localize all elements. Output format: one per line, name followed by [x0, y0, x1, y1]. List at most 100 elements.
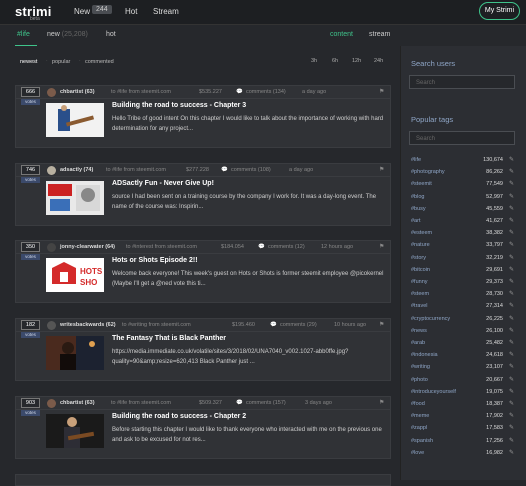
tag-row[interactable]: #writing 23,107 ✎ — [411, 363, 514, 373]
flag-icon[interactable]: ⚑ — [379, 243, 384, 250]
flag-icon[interactable]: ⚑ — [379, 399, 384, 406]
tag-row[interactable]: #indonesia 24,618 ✎ — [411, 351, 514, 361]
post-comments[interactable]: comments (134) — [246, 89, 286, 95]
avatar[interactable] — [47, 88, 56, 97]
time-filter-12h[interactable]: 12h — [352, 58, 361, 64]
edit-icon[interactable]: ✎ — [509, 229, 514, 236]
tag-name[interactable]: #busy — [411, 206, 426, 212]
post-source[interactable]: to #interest from steemit.com — [126, 244, 197, 250]
tag-name[interactable]: #photo — [411, 377, 428, 383]
post-comments[interactable]: comments (29) — [280, 322, 317, 328]
time-filter-24h[interactable]: 24h — [374, 58, 383, 64]
tag-row[interactable]: #life 130,674 ✎ — [411, 156, 514, 166]
post-source[interactable]: to #life from steemit.com — [106, 167, 166, 173]
tag-name[interactable]: #steem — [411, 291, 429, 297]
avatar[interactable] — [47, 321, 56, 330]
post-thumbnail[interactable]: HOTS SHO — [46, 258, 104, 292]
edit-icon[interactable]: ✎ — [509, 327, 514, 334]
post-title[interactable]: ADSactly Fun - Never Give Up! — [112, 180, 214, 187]
post-author[interactable]: writesbackwards (62) — [60, 322, 116, 328]
nav-hot[interactable]: Hot — [125, 7, 137, 16]
tag-name[interactable]: #blog — [411, 194, 424, 200]
post-comments[interactable]: comments (12) — [268, 244, 305, 250]
tag-name[interactable]: #love — [411, 450, 424, 456]
sort-popular[interactable]: popular — [52, 59, 70, 65]
edit-icon[interactable]: ✎ — [509, 400, 514, 407]
edit-icon[interactable]: ✎ — [509, 424, 514, 431]
edit-icon[interactable]: ✎ — [509, 315, 514, 322]
tag-row[interactable]: #busy 45,559 ✎ — [411, 205, 514, 215]
tag-name[interactable]: #spanish — [411, 438, 433, 444]
edit-icon[interactable]: ✎ — [509, 290, 514, 297]
tag-row[interactable]: #love 16,982 ✎ — [411, 449, 514, 459]
tag-name[interactable]: #indonesia — [411, 352, 438, 358]
post-source[interactable]: to #life from steemit.com — [111, 400, 171, 406]
post-comments[interactable]: comments (157) — [246, 400, 286, 406]
tag-row[interactable]: #bitcoin 29,691 ✎ — [411, 266, 514, 276]
flag-icon[interactable]: ⚑ — [379, 166, 384, 173]
edit-icon[interactable]: ✎ — [509, 266, 514, 273]
avatar[interactable] — [47, 399, 56, 408]
edit-icon[interactable]: ✎ — [509, 278, 514, 285]
avatar[interactable] — [47, 243, 56, 252]
post-source[interactable]: to #writing from steemit.com — [122, 322, 191, 328]
tag-row[interactable]: #funny 29,373 ✎ — [411, 278, 514, 288]
tag-name[interactable]: #nature — [411, 242, 430, 248]
sort-newest[interactable]: newest — [20, 59, 37, 65]
tag-row[interactable]: #story 32,219 ✎ — [411, 254, 514, 264]
post-source[interactable]: to #life from steemit.com — [111, 89, 171, 95]
tag-row[interactable]: #steem 28,730 ✎ — [411, 290, 514, 300]
tag-name[interactable]: #meme — [411, 413, 429, 419]
sort-commented[interactable]: commented — [85, 59, 114, 65]
tag-row[interactable]: #steemit 77,549 ✎ — [411, 180, 514, 190]
nav-stream[interactable]: Stream — [153, 7, 179, 16]
tag-row[interactable]: #esteem 38,382 ✎ — [411, 229, 514, 239]
nav-new[interactable]: New — [74, 7, 90, 16]
tag-row[interactable]: #arab 25,482 ✎ — [411, 339, 514, 349]
tag-row[interactable]: #blog 52,997 ✎ — [411, 193, 514, 203]
edit-icon[interactable]: ✎ — [509, 302, 514, 309]
tag-row[interactable]: #travel 27,314 ✎ — [411, 302, 514, 312]
vote-count[interactable]: 182 — [21, 320, 40, 330]
edit-icon[interactable]: ✎ — [509, 156, 514, 163]
edit-icon[interactable]: ✎ — [509, 217, 514, 224]
post-author[interactable]: adsactly (74) — [60, 167, 93, 173]
edit-icon[interactable]: ✎ — [509, 376, 514, 383]
tag-row[interactable]: #art 41,627 ✎ — [411, 217, 514, 227]
tab-stream[interactable]: stream — [369, 31, 390, 38]
tag-row[interactable]: #cryptocurrency 26,225 ✎ — [411, 315, 514, 325]
time-filter-3h[interactable]: 3h — [311, 58, 317, 64]
tab-new[interactable]: new (25,208) — [47, 31, 88, 38]
post-author[interactable]: chbartist (63) — [60, 89, 95, 95]
search-tags-input[interactable]: Search — [409, 131, 515, 145]
my-strimi-button[interactable]: My Strimi — [479, 2, 520, 20]
vote-count[interactable]: 350 — [21, 242, 40, 252]
search-users-input[interactable]: Search — [409, 75, 515, 89]
post-title[interactable]: Building the road to success - Chapter 3 — [112, 102, 246, 109]
post-thumbnail[interactable] — [46, 414, 104, 448]
tag-row[interactable]: #nature 33,797 ✎ — [411, 241, 514, 251]
avatar[interactable] — [47, 166, 56, 175]
tag-name[interactable]: #travel — [411, 303, 428, 309]
time-filter-6h[interactable]: 6h — [332, 58, 338, 64]
tag-row[interactable]: #photo 20,667 ✎ — [411, 376, 514, 386]
tag-row[interactable]: #spanish 17,256 ✎ — [411, 437, 514, 447]
edit-icon[interactable]: ✎ — [509, 254, 514, 261]
edit-icon[interactable]: ✎ — [509, 241, 514, 248]
tag-name[interactable]: #life — [411, 157, 421, 163]
edit-icon[interactable]: ✎ — [509, 351, 514, 358]
post-comments[interactable]: comments (108) — [231, 167, 271, 173]
tag-name[interactable]: #esteem — [411, 230, 432, 236]
edit-icon[interactable]: ✎ — [509, 180, 514, 187]
flag-icon[interactable]: ⚑ — [379, 321, 384, 328]
post-title[interactable]: The Fantasy That is Black Panther — [112, 335, 226, 342]
tag-name[interactable]: #funny — [411, 279, 428, 285]
tag-name[interactable]: #news — [411, 328, 427, 334]
post-author[interactable]: jonny-clearwater (64) — [60, 244, 115, 250]
tag-row[interactable]: #zappl 17,583 ✎ — [411, 424, 514, 434]
tag-row[interactable]: #meme 17,902 ✎ — [411, 412, 514, 422]
vote-count[interactable]: 666 — [21, 87, 40, 97]
tag-row[interactable]: #introduceyourself 19,075 ✎ — [411, 388, 514, 398]
edit-icon[interactable]: ✎ — [509, 339, 514, 346]
edit-icon[interactable]: ✎ — [509, 193, 514, 200]
